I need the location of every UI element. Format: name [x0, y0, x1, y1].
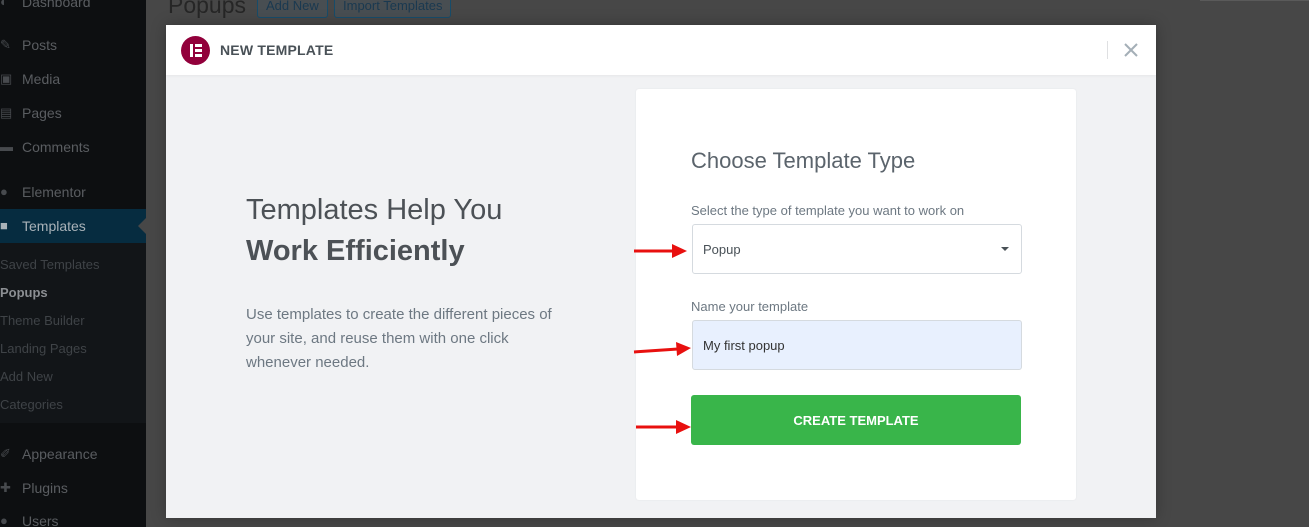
sidebar-item-label: Templates [22, 218, 86, 234]
new-template-modal: NEW TEMPLATE Templates Help You Work Eff… [166, 25, 1156, 518]
sidebar-item-label: Appearance [22, 446, 98, 462]
plug-icon: ✚ [0, 480, 11, 495]
media-icon: ▣ [0, 71, 13, 86]
comment-icon: ▬ [0, 139, 13, 154]
template-type-select[interactable]: Popup [692, 224, 1022, 274]
dashboard-icon: ◐ [0, 0, 8, 9]
template-name-label: Name your template [691, 299, 809, 314]
sidebar-item-comments[interactable]: ▬ Comments [0, 130, 90, 164]
intro-title-strong: Work Efficiently [246, 235, 465, 267]
annotation-arrow-icon [633, 342, 691, 356]
form-title: Choose Template Type [691, 148, 916, 173]
sidebar-item-label: Elementor [22, 184, 86, 200]
annotation-arrow-icon [634, 244, 687, 258]
modal-title: NEW TEMPLATE [220, 42, 334, 58]
user-icon: ● [0, 513, 8, 527]
close-icon [1124, 43, 1138, 57]
elementor-logo-icon [181, 36, 210, 65]
sidebar-item-media[interactable]: ▣ Media [0, 62, 60, 96]
elementor-icon: ● [0, 184, 8, 199]
sidebar-item-label: Posts [22, 37, 58, 53]
sidebar-item-label: Plugins [22, 480, 68, 496]
create-template-button[interactable]: CREATE TEMPLATE [691, 395, 1021, 445]
sidebar-item-dashboard[interactable]: ◐ Dashboard [0, 0, 91, 19]
template-form: Choose Template Type Select the type of … [636, 89, 1076, 500]
header-divider [1107, 41, 1108, 59]
intro-title: Templates Help You [246, 194, 503, 226]
add-new-button[interactable]: Add New [257, 0, 328, 18]
pin-icon: ✎ [0, 37, 11, 52]
modal-header: NEW TEMPLATE [166, 25, 1156, 75]
brush-icon: ✐ [0, 446, 11, 461]
annotation-arrow-icon [636, 420, 691, 434]
submenu-item-popups[interactable]: Popups [0, 285, 48, 300]
import-templates-button[interactable]: Import Templates [334, 0, 452, 18]
sidebar-item-appearance[interactable]: ✐ Appearance [0, 437, 98, 471]
page-title: Popups [168, 0, 247, 18]
sidebar-item-label: Pages [22, 105, 62, 121]
sidebar-item-label: Comments [22, 139, 90, 155]
close-button[interactable] [1120, 39, 1142, 61]
submenu-item-landing-pages[interactable]: Landing Pages [0, 341, 87, 356]
submenu-item-saved-templates[interactable]: Saved Templates [0, 257, 100, 272]
sidebar-item-label: Media [22, 71, 61, 87]
sidebar-item-elementor[interactable]: ● Elementor [0, 175, 86, 209]
submenu-item-add-new[interactable]: Add New [0, 369, 53, 384]
submenu-item-theme-builder[interactable]: Theme Builder [0, 313, 85, 328]
divider [1200, 0, 1309, 1]
sidebar-item-plugins[interactable]: ✚ Plugins [0, 471, 68, 505]
chevron-down-icon [1001, 247, 1009, 251]
sidebar-item-templates[interactable]: ■ Templates [0, 209, 146, 243]
sidebar-item-pages[interactable]: ▤ Pages [0, 96, 62, 130]
submenu-item-categories[interactable]: Categories [0, 397, 63, 412]
template-type-label: Select the type of template you want to … [691, 203, 965, 218]
sidebar-item-label: Dashboard [22, 0, 91, 10]
intro-description: Use templates to create the different pi… [246, 306, 552, 371]
sidebar-item-posts[interactable]: ✎ Posts [0, 28, 57, 62]
template-name-input[interactable] [692, 320, 1022, 370]
page-icon: ▤ [0, 105, 13, 120]
folder-icon: ■ [0, 218, 8, 233]
sidebar-item-users[interactable]: ● Users [0, 504, 59, 527]
template-type-value: Popup [703, 242, 741, 257]
sidebar-item-label: Users [22, 513, 59, 527]
admin-sidebar: ◐ Dashboard ✎ Posts ▣ Media ▤ Pages ▬ Comment… [0, 0, 146, 527]
